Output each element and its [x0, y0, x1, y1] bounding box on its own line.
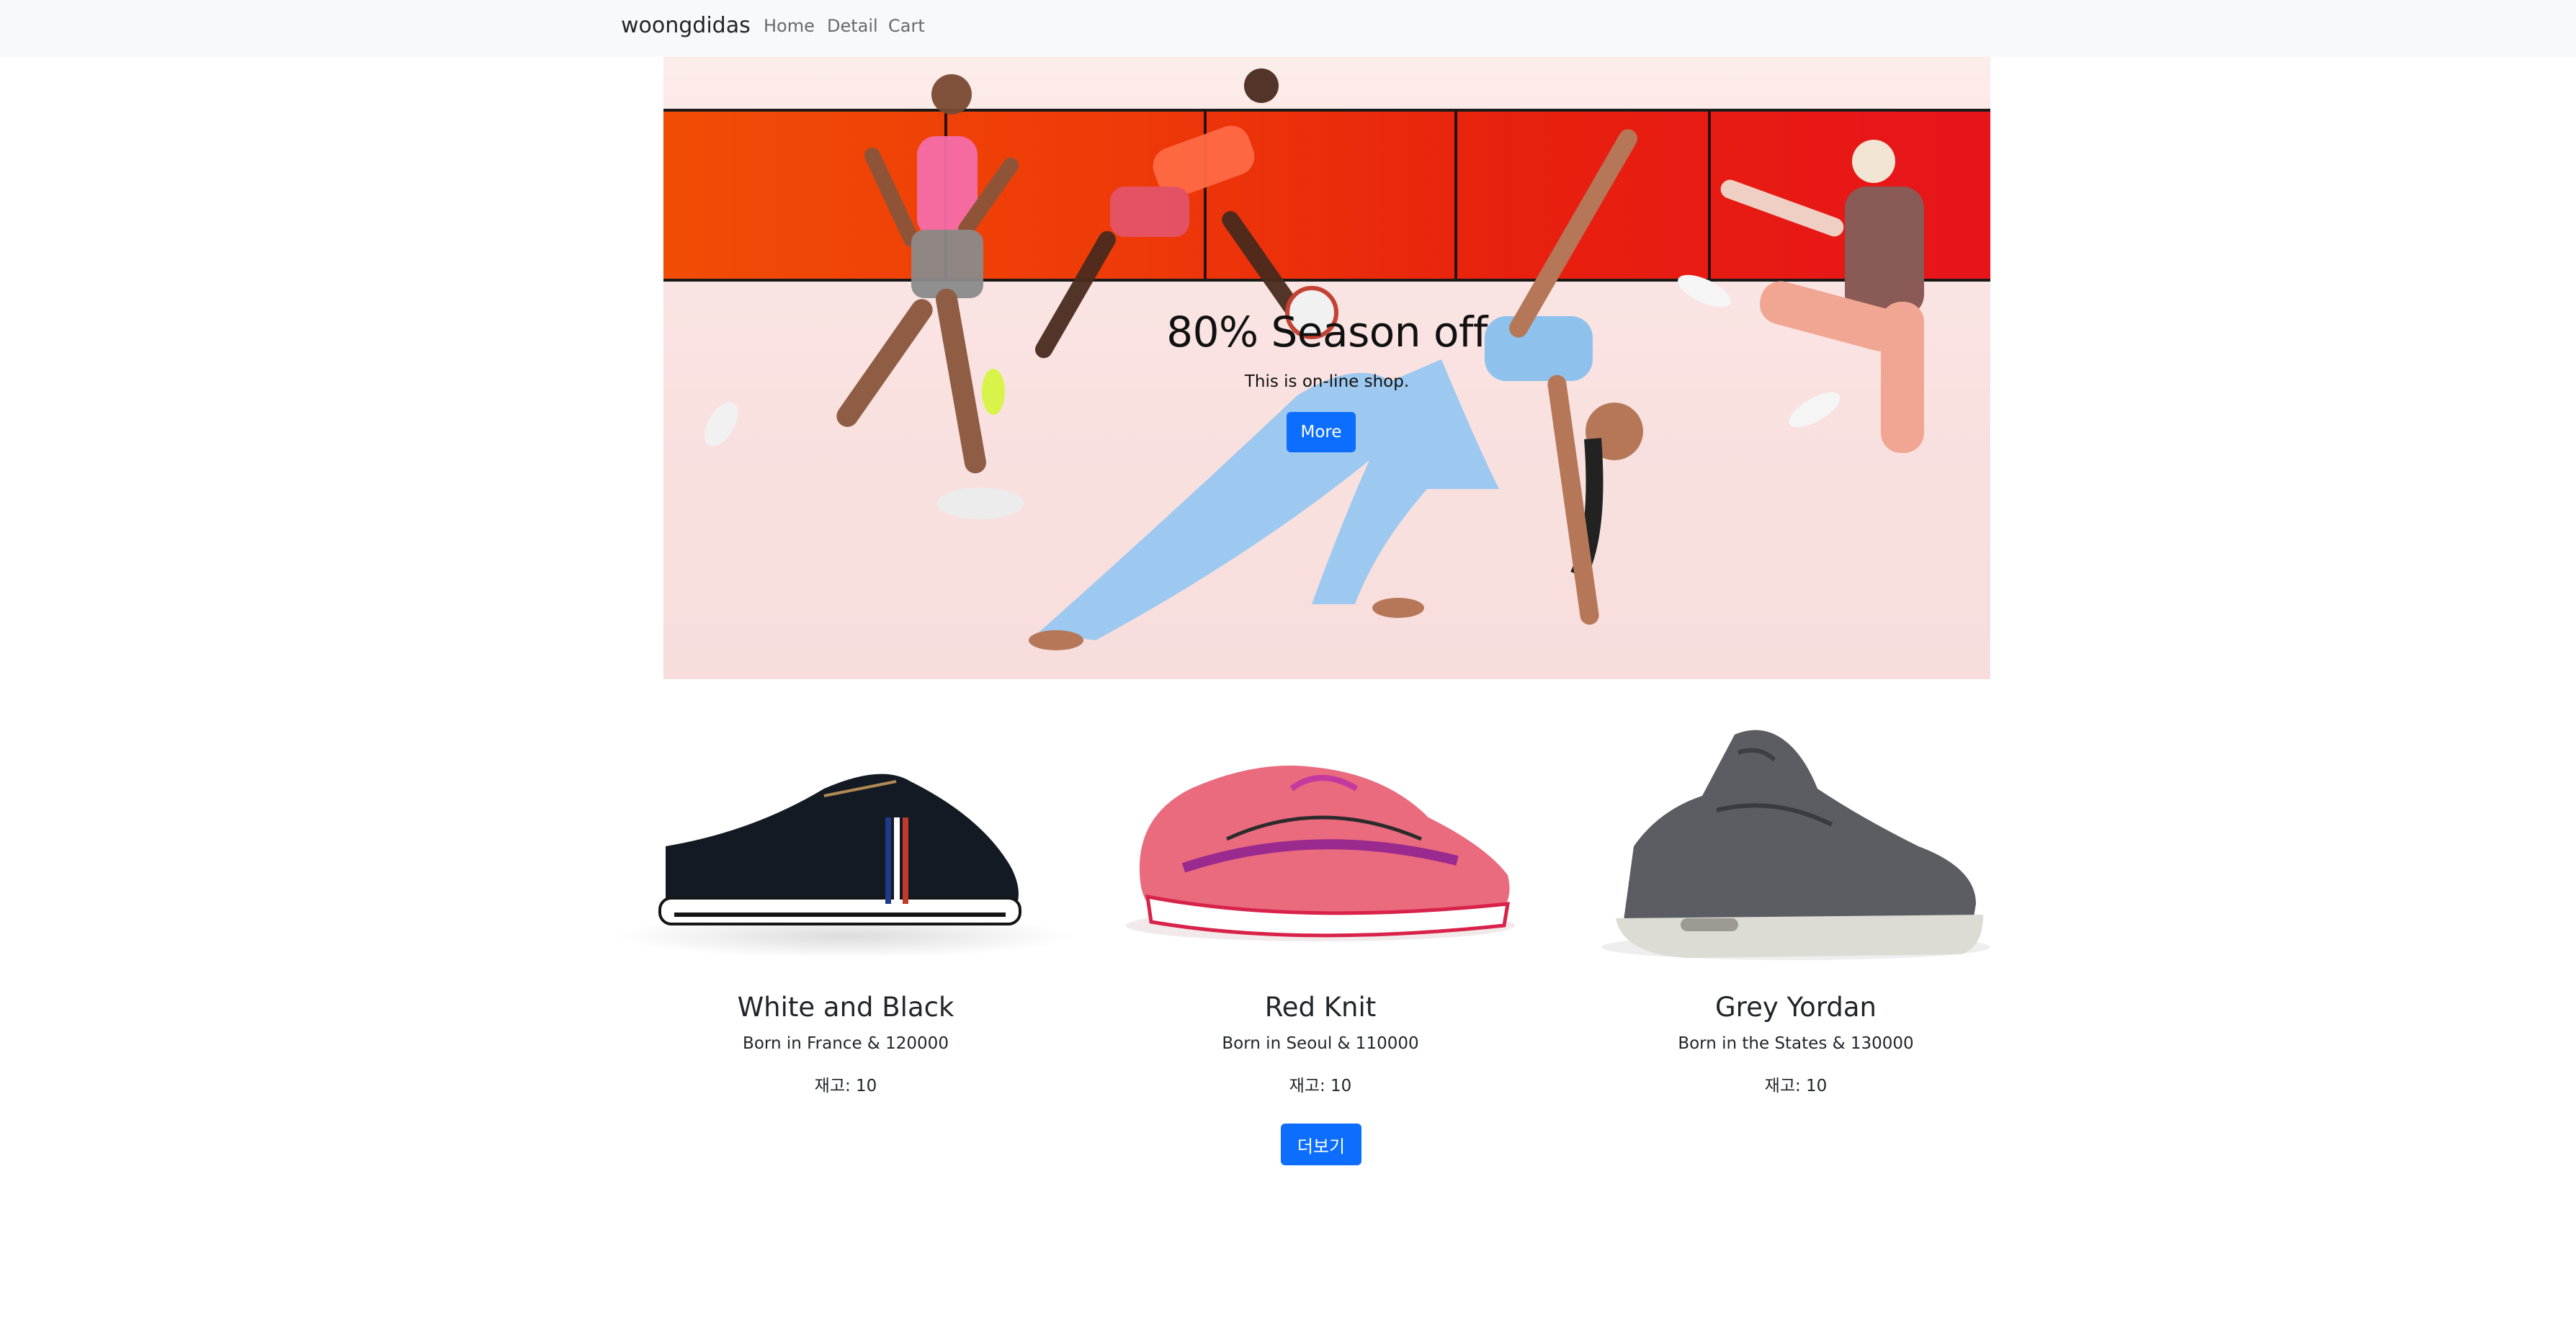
- product-desc: Born in France & 120000: [743, 1034, 949, 1053]
- nav-link-home[interactable]: Home: [764, 16, 815, 36]
- hero-banner: 80% Season off This is on-line shop. Mor…: [663, 57, 1990, 679]
- product-name: White and Black: [737, 992, 954, 1023]
- pink-running-shoe-icon: [1126, 766, 1515, 941]
- navbar: woongdidas Home Detail Cart: [0, 0, 2576, 57]
- product-name: Grey Yordan: [1715, 992, 1877, 1023]
- product-card[interactable]: Red Knit Born in Seoul & 110000 재고: 10: [1083, 709, 1558, 1096]
- product-desc: Born in the States & 130000: [1678, 1034, 1914, 1053]
- hero-more-button[interactable]: More: [1287, 412, 1356, 452]
- product-stock: 재고: 10: [1764, 1077, 1828, 1095]
- hero-title: 80% Season off: [1166, 308, 1488, 357]
- product-stock: 재고: 10: [1289, 1077, 1352, 1095]
- product-desc: Born in Seoul & 110000: [1222, 1034, 1419, 1053]
- product-card[interactable]: White and Black Born in France & 120000 …: [608, 709, 1083, 1096]
- grey-high-top-icon: [1601, 730, 1990, 960]
- black-sneaker-icon: [615, 774, 1076, 958]
- hero-subtitle: This is on-line shop.: [1244, 372, 1410, 391]
- product-stock: 재고: 10: [814, 1077, 877, 1095]
- product-name: Red Knit: [1264, 992, 1377, 1023]
- load-more-button[interactable]: 더보기: [1281, 1124, 1361, 1165]
- product-card[interactable]: Grey Yordan Born in the States & 130000 …: [1558, 709, 2034, 1096]
- nav-link-cart[interactable]: Cart: [888, 16, 925, 36]
- nav-link-detail[interactable]: Detail: [827, 16, 878, 36]
- brand-logo[interactable]: woongdidas: [621, 13, 751, 38]
- athletes-illustration: [704, 68, 1924, 650]
